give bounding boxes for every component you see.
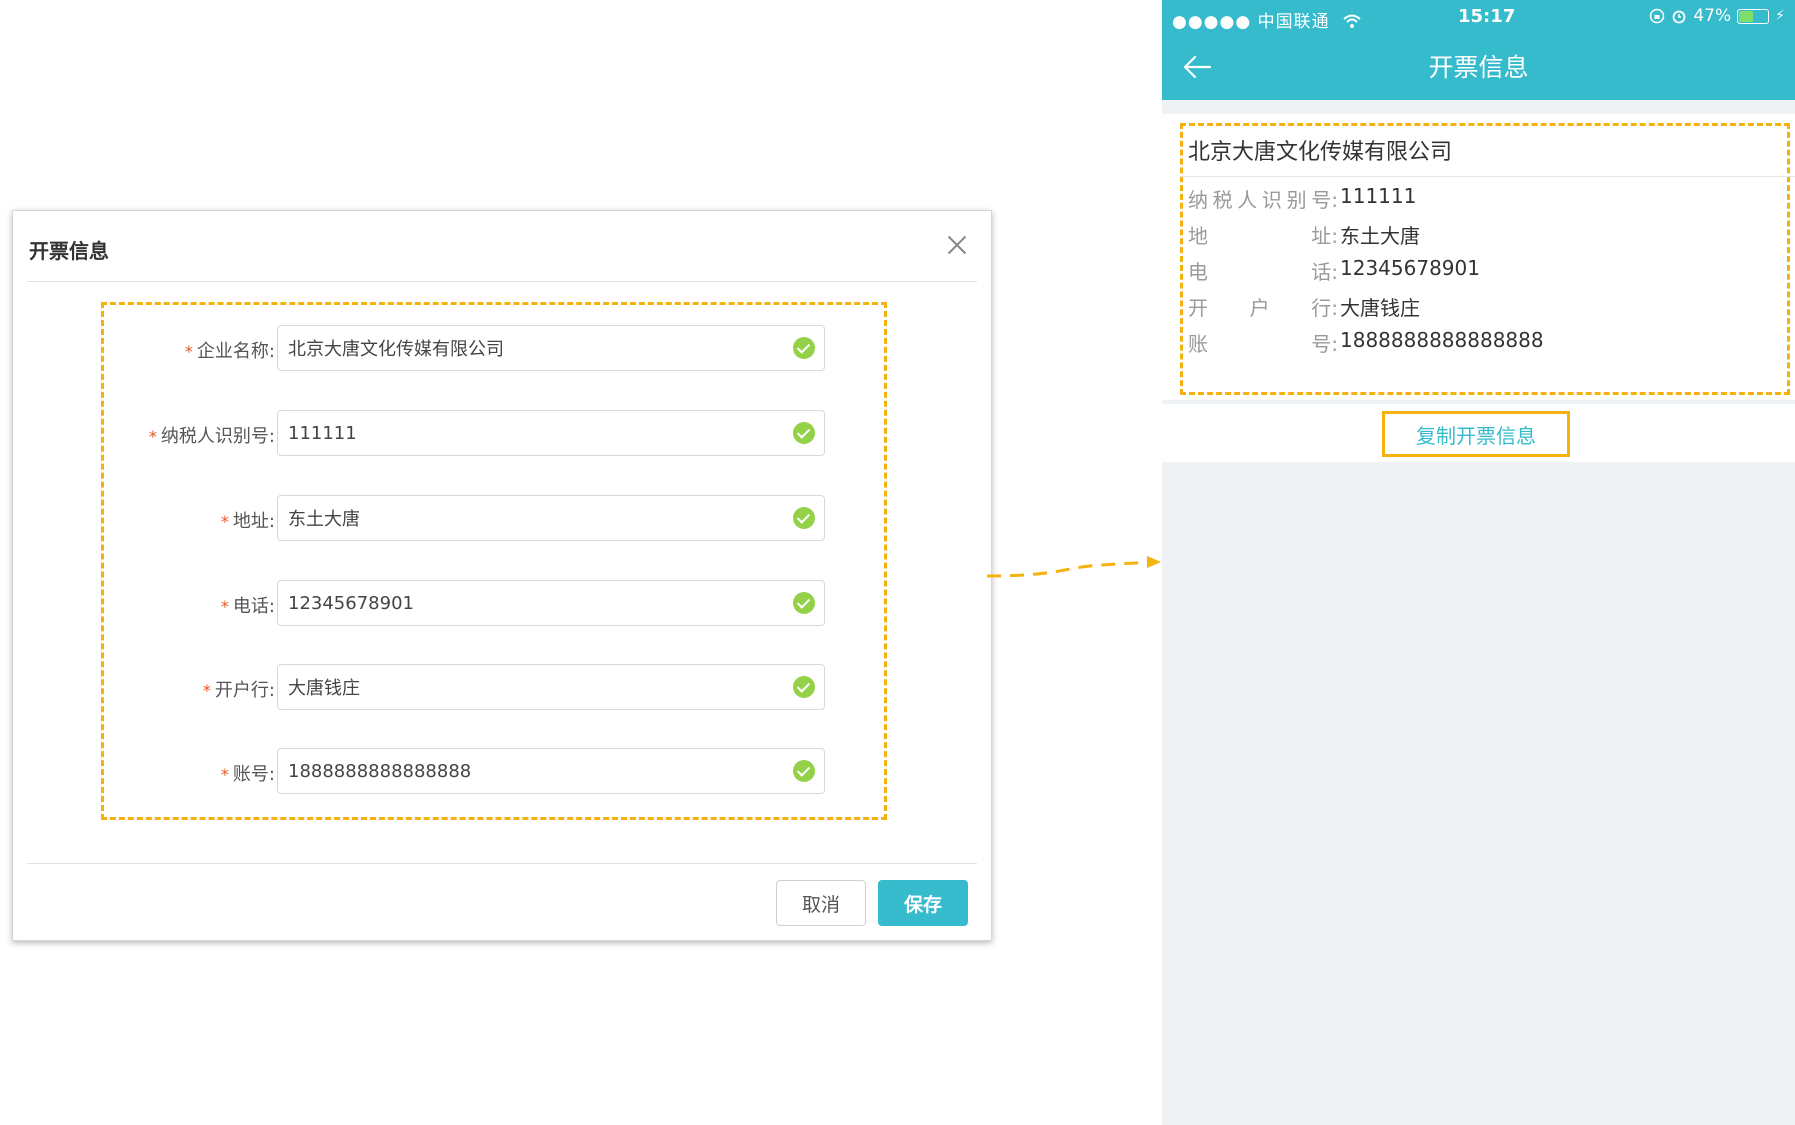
info-value: 12345678901 xyxy=(1340,256,1480,280)
info-label-char: 号: xyxy=(1311,332,1338,356)
form-label: * 电话: xyxy=(220,596,275,617)
taxpayer-id-input[interactable] xyxy=(277,410,825,456)
form-label: * 账号: xyxy=(220,764,275,785)
info-label: 地 址: xyxy=(1188,220,1338,249)
info-label-char: 址: xyxy=(1311,224,1338,248)
info-label: 开 户 行: xyxy=(1188,292,1338,321)
mobile-screen: ●●●●● 中国联通 15:17 47% ⚡ 开票信息 北京大唐文化传媒有限公司… xyxy=(1162,0,1795,1125)
info-label: 纳税人识别号: xyxy=(1188,184,1338,213)
form-highlight-frame xyxy=(101,302,887,820)
phone-input[interactable] xyxy=(277,580,825,626)
dialog-title: 开票信息 xyxy=(29,239,109,263)
form-label: * 开户行: xyxy=(202,680,275,701)
nav-title: 开票信息 xyxy=(1428,53,1529,82)
info-label-char: 开 xyxy=(1188,296,1208,320)
cancel-button[interactable]: 取消 xyxy=(776,880,866,926)
company-name: 北京大唐文化传媒有限公司 xyxy=(1188,140,1453,165)
carrier-signal: ●●●●● 中国联通 xyxy=(1172,7,1362,32)
status-bar: ●●●●● 中国联通 15:17 47% ⚡ xyxy=(1162,0,1795,34)
form-row-taxpayer-id: * 纳税人识别号: xyxy=(103,410,825,456)
alarm-icon xyxy=(1672,10,1686,24)
form-row-account: * 账号: xyxy=(103,748,825,794)
invoice-info-card: 北京大唐文化传媒有限公司 纳税人识别号: 111111 地址: 东土大唐电话: 1234… xyxy=(1162,114,1795,400)
save-button[interactable]: 保存 xyxy=(878,880,968,926)
info-label-char: 话: xyxy=(1311,260,1338,284)
form-row-company: * 企业名称: xyxy=(103,325,825,371)
wifi-icon xyxy=(1343,14,1361,28)
copy-row: 复制开票信息 xyxy=(1162,404,1795,462)
battery-percent: 47% xyxy=(1693,6,1732,26)
close-icon[interactable] xyxy=(945,233,969,257)
info-label-char: 别 xyxy=(1286,188,1307,212)
info-value: 111111 xyxy=(1340,184,1417,208)
charging-icon: ⚡ xyxy=(1775,8,1785,24)
dialog-header: 开票信息 xyxy=(13,211,991,283)
address-input[interactable] xyxy=(277,495,825,541)
check-icon xyxy=(793,422,815,444)
info-value: 1888888888888888 xyxy=(1340,328,1544,352)
check-icon xyxy=(793,507,815,529)
rotation-lock-icon xyxy=(1650,8,1665,24)
info-label-char: 纳 xyxy=(1188,188,1208,212)
info-label-char: 号: xyxy=(1311,188,1338,212)
form-row-phone: * 电话: xyxy=(103,580,825,626)
account-number-input[interactable] xyxy=(277,748,825,794)
check-icon xyxy=(793,592,815,614)
check-icon xyxy=(793,676,815,698)
info-label-char: 人 xyxy=(1237,188,1258,212)
form-row-bank: * 开户行: xyxy=(103,664,825,710)
info-value: 大唐钱庄 xyxy=(1340,296,1420,320)
status-right: 47% ⚡ xyxy=(1649,6,1785,26)
battery-icon xyxy=(1737,8,1770,24)
company-name-input[interactable] xyxy=(277,325,825,371)
nav-bar: 开票信息 xyxy=(1162,34,1795,100)
header-divider xyxy=(27,281,977,282)
form-label: * 地址: xyxy=(220,511,275,532)
info-label-char: 税 xyxy=(1212,188,1233,212)
connector-arrow-icon xyxy=(986,556,1161,578)
footer-divider xyxy=(27,863,977,864)
info-label-char: 电 xyxy=(1188,260,1208,284)
form-label: * 企业名称: xyxy=(184,341,275,362)
info-label-char: 地 xyxy=(1188,224,1208,248)
check-icon xyxy=(793,337,815,359)
form-row-address: * 地址: xyxy=(103,495,825,541)
info-label: 电 话: xyxy=(1188,256,1338,285)
info-value: 东土大唐 xyxy=(1340,224,1420,248)
info-label: 账 号: xyxy=(1188,328,1338,357)
check-icon xyxy=(793,760,815,782)
info-label-char: 户 xyxy=(1249,296,1270,320)
info-label-char: 行: xyxy=(1311,296,1338,320)
bank-input[interactable] xyxy=(277,664,825,710)
info-label-char: 账 xyxy=(1188,332,1208,356)
form-label: * 纳税人识别号: xyxy=(148,426,275,447)
info-label-char: 识 xyxy=(1261,188,1282,212)
battery-level xyxy=(1739,10,1754,22)
copy-invoice-info-button[interactable]: 复制开票信息 xyxy=(1382,411,1570,457)
invoice-dialog: 开票信息 *企业名称: *纳税人识别号: *地址: *电话: *开户行: *账号… xyxy=(12,210,992,941)
card-divider xyxy=(1180,176,1795,177)
status-time: 15:17 xyxy=(1458,6,1516,27)
